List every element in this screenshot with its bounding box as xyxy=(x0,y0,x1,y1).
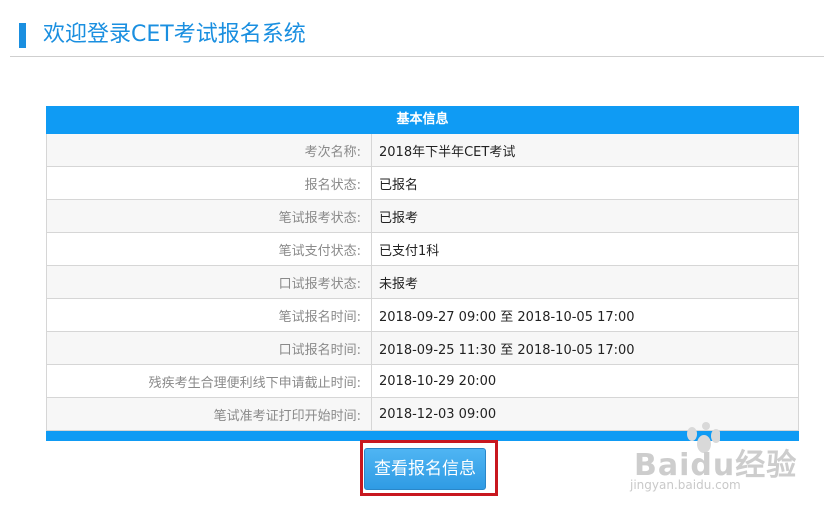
table-row: 笔试支付状态: 已支付1科 xyxy=(46,232,799,266)
row-label: 报名状态: xyxy=(46,166,372,200)
row-label: 考次名称: xyxy=(46,134,372,167)
table-row: 口试报考状态: 未报考 xyxy=(46,265,799,299)
row-value: 2018年下半年CET考试 xyxy=(371,134,799,167)
table-row: 残疾考生合理便利线下申请截止时间: 2018-10-29 20:00 xyxy=(46,364,799,398)
row-label: 笔试准考证打印开始时间: xyxy=(46,397,372,431)
row-label: 口试报名时间: xyxy=(46,331,372,365)
page-header: 欢迎登录CET考试报名系统 xyxy=(10,0,824,57)
panel-caption: 基本信息 xyxy=(46,106,799,134)
info-table: 考次名称: 2018年下半年CET考试 报名状态: 已报名 笔试报考状态: 已报… xyxy=(46,134,799,431)
row-value: 2018-09-25 11:30 至 2018-10-05 17:00 xyxy=(371,331,799,365)
row-label: 残疾考生合理便利线下申请截止时间: xyxy=(46,364,372,398)
row-value: 已报名 xyxy=(371,166,799,200)
view-registration-button[interactable]: 查看报名信息 xyxy=(364,448,486,490)
row-value: 2018-12-03 09:00 xyxy=(371,397,799,431)
watermark-brand: Baidu经验 xyxy=(634,448,798,483)
row-label: 口试报考状态: xyxy=(46,265,372,299)
basic-info-panel: 基本信息 考次名称: 2018年下半年CET考试 报名状态: 已报名 笔试报考状… xyxy=(46,106,799,441)
table-row: 口试报名时间: 2018-09-25 11:30 至 2018-10-05 17… xyxy=(46,331,799,365)
table-row: 考次名称: 2018年下半年CET考试 xyxy=(46,134,799,167)
row-value: 已支付1科 xyxy=(371,232,799,266)
title-accent-bar xyxy=(19,23,26,48)
table-row: 笔试报名时间: 2018-09-27 09:00 至 2018-10-05 17… xyxy=(46,298,799,332)
row-label: 笔试报考状态: xyxy=(46,199,372,233)
table-row: 笔试报考状态: 已报考 xyxy=(46,199,799,233)
row-label: 笔试支付状态: xyxy=(46,232,372,266)
page-title: 欢迎登录CET考试报名系统 xyxy=(43,22,306,47)
row-value: 已报考 xyxy=(371,199,799,233)
row-label: 笔试报名时间: xyxy=(46,298,372,332)
row-value: 2018-10-29 20:00 xyxy=(371,364,799,398)
table-row: 笔试准考证打印开始时间: 2018-12-03 09:00 xyxy=(46,397,799,431)
watermark-url: jingyan.baidu.com xyxy=(630,478,741,492)
table-row: 报名状态: 已报名 xyxy=(46,166,799,200)
row-value: 2018-09-27 09:00 至 2018-10-05 17:00 xyxy=(371,298,799,332)
row-value: 未报考 xyxy=(371,265,799,299)
